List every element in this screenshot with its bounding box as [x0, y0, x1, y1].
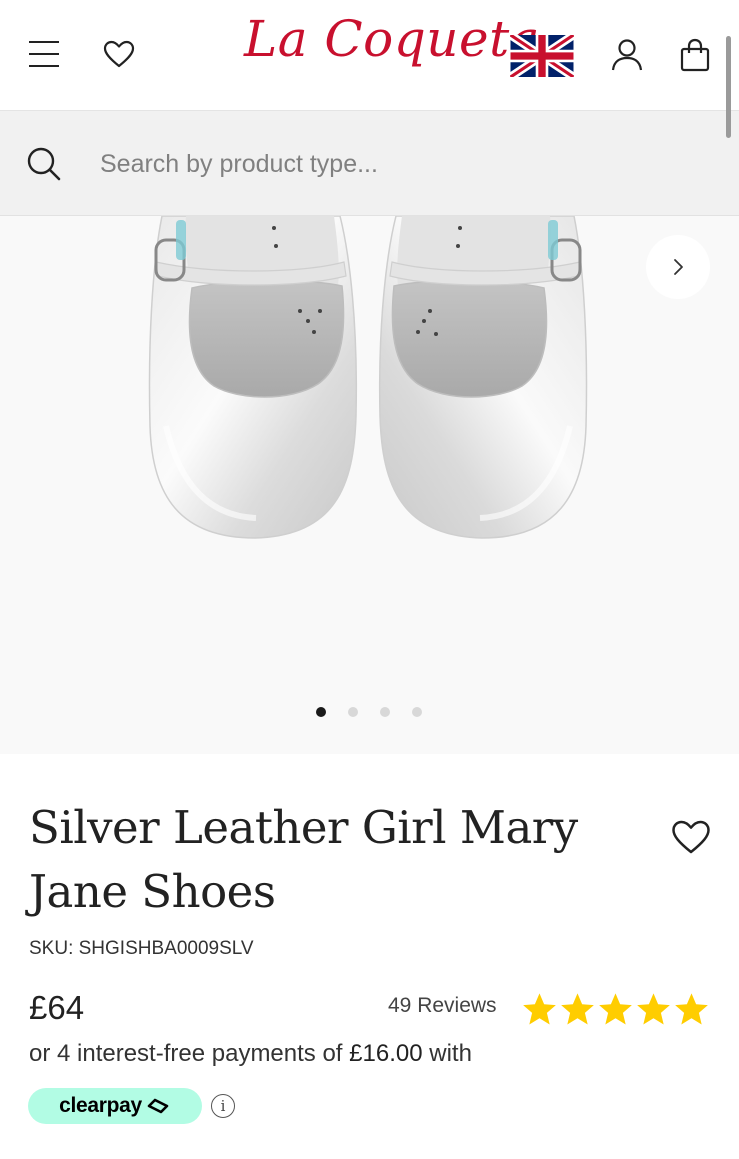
site-logo[interactable]: La Coqueta — [244, 14, 540, 64]
installment-suffix: with — [422, 1040, 472, 1067]
installment-amount: £16.00 — [349, 1040, 423, 1067]
gallery-dot-3[interactable] — [380, 707, 390, 717]
clearpay-arrows-icon — [147, 1098, 169, 1114]
star-icon — [637, 993, 670, 1025]
heart-icon — [103, 40, 135, 68]
product-gallery[interactable] — [0, 216, 739, 754]
menu-icon — [29, 41, 59, 67]
site-header: La Coqueta — [0, 0, 739, 111]
star-icon — [675, 993, 708, 1025]
info-icon[interactable]: i — [211, 1094, 235, 1118]
search-input[interactable] — [100, 140, 660, 188]
chevron-right-icon — [674, 259, 683, 275]
gallery-dot-1[interactable] — [316, 707, 326, 717]
product-price: £64 — [29, 989, 85, 1026]
reviews-link[interactable]: 49 Reviews — [388, 994, 497, 1018]
search-icon[interactable] — [26, 146, 62, 182]
country-selector[interactable] — [509, 34, 575, 78]
uk-flag-icon — [510, 35, 574, 77]
product-image — [148, 216, 588, 539]
gallery-dot-2[interactable] — [348, 707, 358, 717]
menu-button[interactable] — [24, 34, 64, 74]
star-icon — [599, 993, 632, 1025]
bag-button[interactable] — [674, 34, 716, 76]
clearpay-badge[interactable]: clearpay — [28, 1088, 202, 1124]
gallery-pagination — [0, 707, 739, 717]
rating-stars[interactable] — [521, 991, 711, 1031]
user-icon — [611, 39, 643, 71]
account-button[interactable] — [606, 34, 648, 76]
page-scrollbar[interactable] — [726, 36, 731, 138]
clearpay-label: clearpay — [59, 1094, 142, 1117]
wishlist-button[interactable] — [99, 34, 139, 74]
product-sku: SKU: SHGISHBA0009SLV — [29, 938, 254, 959]
installment-prefix: or 4 interest-free payments of — [29, 1040, 350, 1067]
product-title: Silver Leather Girl Mary Jane Shoes — [29, 801, 578, 918]
next-image-button[interactable] — [646, 235, 710, 299]
shopping-bag-icon — [680, 38, 710, 72]
gallery-dot-4[interactable] — [412, 707, 422, 717]
installment-text: or 4 interest-free payments of £16.00 wi… — [29, 1040, 472, 1068]
heart-icon — [672, 820, 710, 854]
star-icon — [523, 993, 556, 1025]
star-icon — [561, 993, 594, 1025]
add-to-wishlist-button[interactable] — [668, 816, 714, 858]
